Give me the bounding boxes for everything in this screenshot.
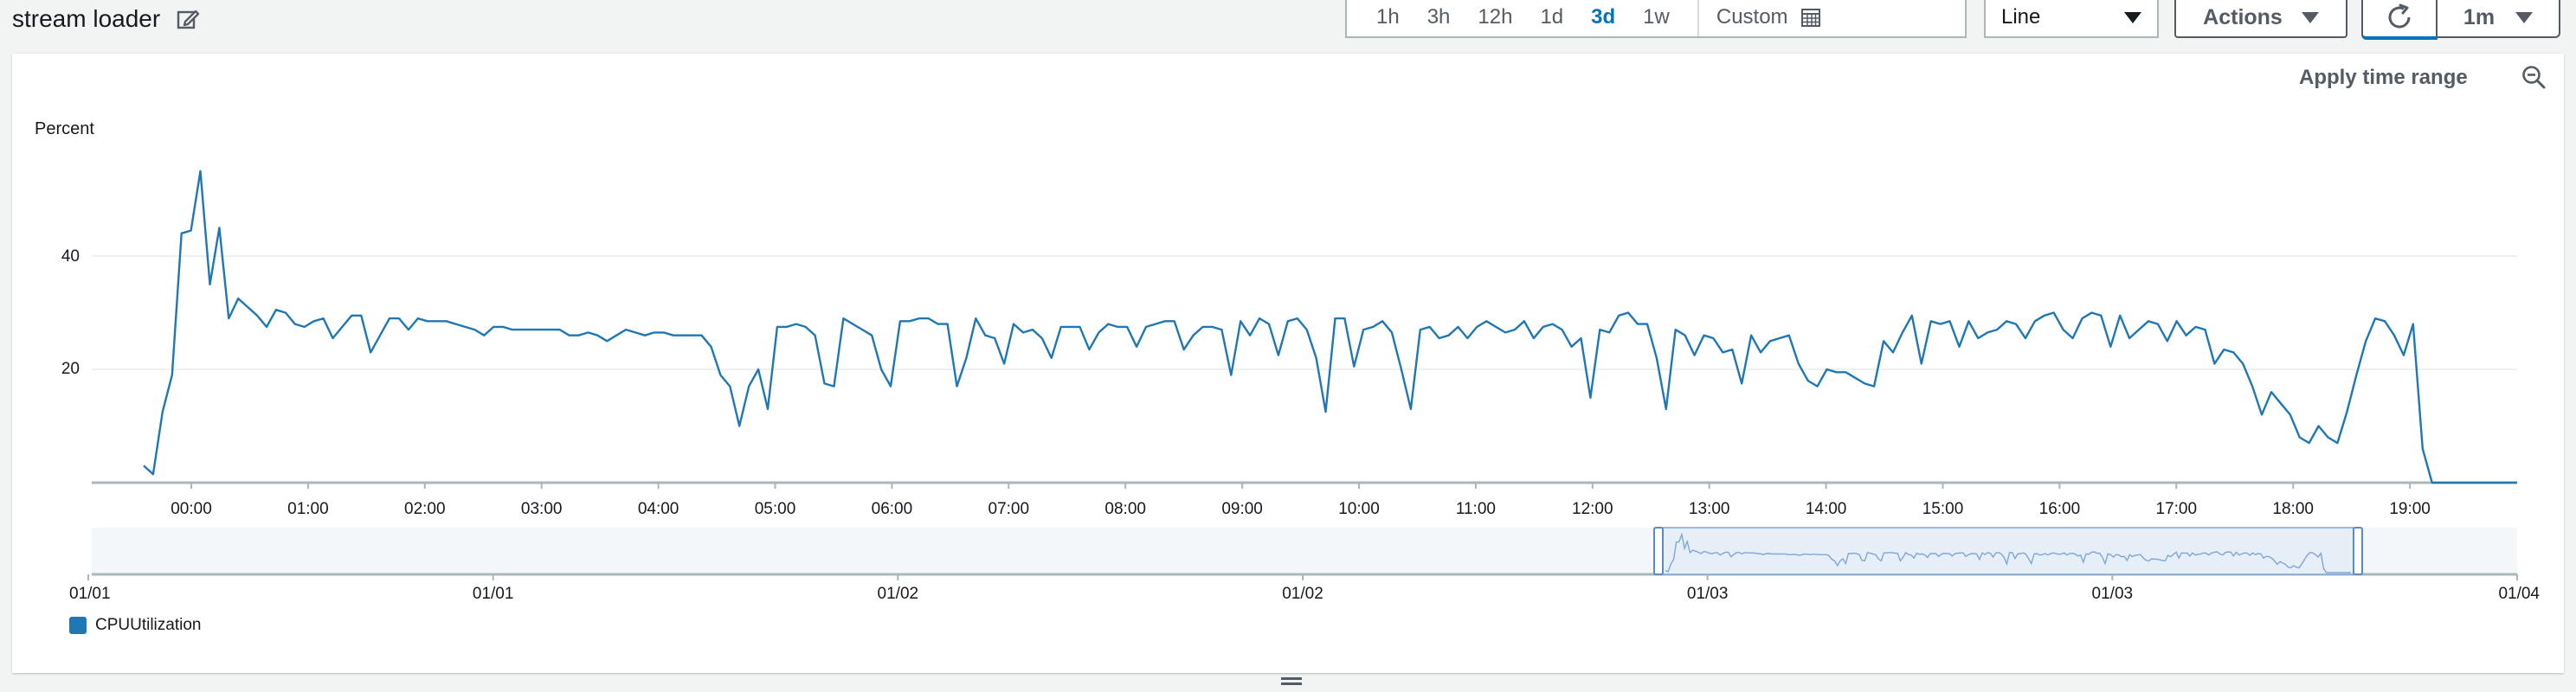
overview-handle-right[interactable] [2353, 527, 2363, 575]
legend-swatch[interactable] [69, 617, 87, 634]
x-tick-label: 05:00 [755, 500, 796, 518]
metric-chart[interactable]: 00:00 01:00 02:00 03:00 04:00 05:00 06:00 07:00… [0, 0, 2576, 692]
x-tick-label: 01:00 [287, 500, 329, 518]
x-tick-label: 18:00 [2272, 500, 2314, 518]
overview-tick-label: 01/04 [2498, 585, 2540, 603]
legend-series-label: CPUUtilization [95, 616, 202, 634]
x-tick-label: 15:00 [1922, 500, 1964, 518]
x-tick-label: 02:00 [404, 500, 446, 518]
x-tick-label: 03:00 [521, 500, 563, 518]
x-tick-label: 12:00 [1572, 500, 1613, 518]
chart-legend: CPUUtilization [69, 616, 201, 635]
overview-tick-label: 01/01 [473, 585, 514, 603]
x-tick-label: 16:00 [2039, 500, 2081, 518]
x-tick-label: 06:00 [872, 500, 913, 518]
overview-selection[interactable] [1658, 527, 2359, 575]
overview-tick-label: 01/01 [69, 585, 111, 603]
x-tick-label: 19:00 [2389, 500, 2431, 518]
x-tick-label: 07:00 [989, 500, 1030, 518]
x-tick-label: 11:00 [1456, 500, 1496, 518]
x-tick-label: 13:00 [1689, 500, 1730, 518]
x-tick-label: 08:00 [1104, 500, 1146, 518]
x-tick-label: 04:00 [638, 500, 679, 518]
series-line-cpuutilization[interactable] [143, 170, 2517, 484]
x-tick-label: 14:00 [1806, 500, 1847, 518]
overview-tick-label: 01/03 [2092, 585, 2134, 603]
x-tick-label: 00:00 [171, 500, 212, 518]
overview-tick-label: 01/02 [878, 585, 919, 603]
overview-tick-label: 01/02 [1282, 585, 1323, 603]
resize-handle[interactable] [1281, 675, 1302, 689]
x-tick-label: 17:00 [2156, 500, 2198, 518]
x-tick-label: 10:00 [1338, 500, 1380, 518]
overview-tick-label: 01/03 [1687, 585, 1729, 603]
overview-handle-left[interactable] [1653, 527, 1664, 575]
x-tick-label: 09:00 [1221, 500, 1263, 518]
